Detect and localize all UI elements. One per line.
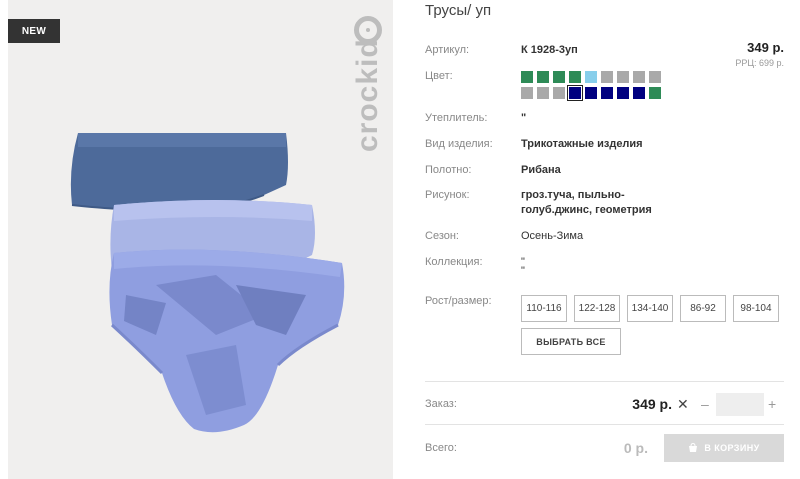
color-swatch[interactable]	[567, 85, 583, 101]
product-title: Трусы/ уп	[425, 2, 492, 19]
pattern-value-line1: гроз.туча, пыльно-	[521, 189, 625, 201]
pattern-label: Рисунок:	[425, 189, 470, 201]
product-type-value: Трикотажные изделия	[521, 138, 643, 150]
insulation-value: "	[521, 112, 527, 124]
briefs-illustration	[70, 133, 345, 433]
increase-quantity-button[interactable]: +	[768, 396, 776, 412]
product-type-label: Вид изделия:	[425, 138, 493, 150]
insulation-label: Утеплитель:	[425, 112, 488, 124]
recommended-retail-price: РРЦ: 699 р.	[735, 58, 784, 68]
color-swatch[interactable]	[585, 71, 597, 83]
brand-logo-text: crockid	[351, 38, 384, 152]
pattern-value-line2: голуб.джинс, геометрия	[521, 204, 652, 216]
color-swatch[interactable]	[553, 71, 565, 83]
color-swatch[interactable]	[521, 87, 533, 99]
decrease-quantity-button[interactable]: –	[701, 396, 709, 412]
size-option-134-140[interactable]: 134-140	[627, 295, 673, 322]
order-label: Заказ:	[425, 398, 457, 410]
divider	[425, 381, 784, 382]
fabric-value: Рибана	[521, 164, 561, 176]
season-value: Осень-Зима	[521, 230, 584, 242]
divider	[425, 424, 784, 425]
color-label: Цвет:	[425, 70, 453, 82]
total-label: Всего:	[425, 442, 457, 454]
add-to-cart-label: В КОРЗИНУ	[704, 443, 760, 453]
color-swatch[interactable]	[617, 87, 629, 99]
collection-value-line2: "	[521, 265, 525, 277]
color-swatch[interactable]	[553, 87, 565, 99]
size-options: 110-116 122-128 134-140 86-92 98-104	[521, 295, 779, 322]
color-swatch[interactable]	[521, 71, 533, 83]
season-label: Сезон:	[425, 230, 459, 242]
size-option-122-128[interactable]: 122-128	[574, 295, 620, 322]
color-swatch[interactable]	[537, 87, 549, 99]
color-swatch[interactable]	[601, 71, 613, 83]
fabric-label: Полотно:	[425, 164, 472, 176]
color-swatch[interactable]	[649, 87, 661, 99]
article-label: Артикул:	[425, 44, 470, 56]
color-swatch[interactable]	[649, 71, 661, 83]
product-price: 349 р.	[747, 40, 784, 55]
color-swatch[interactable]	[537, 71, 549, 83]
color-swatch[interactable]	[633, 87, 645, 99]
total-price: 0 р.	[623, 440, 648, 456]
product-image[interactable]: NEW crockid	[8, 0, 393, 479]
color-swatch[interactable]	[569, 71, 581, 83]
quantity-input[interactable]	[716, 393, 764, 416]
size-option-110-116[interactable]: 110-116	[521, 295, 567, 322]
cart-icon	[689, 443, 698, 452]
color-swatch[interactable]	[633, 71, 645, 83]
add-to-cart-button[interactable]: В КОРЗИНУ	[664, 434, 784, 462]
multiply-icon: ✕	[677, 396, 689, 412]
order-price: 349 р.	[632, 396, 672, 412]
size-option-98-104[interactable]: 98-104	[733, 295, 779, 322]
article-value: К 1928-3уп	[521, 44, 578, 56]
color-swatch[interactable]	[617, 71, 629, 83]
select-all-sizes-button[interactable]: ВЫБРАТЬ ВСЕ	[521, 328, 621, 355]
color-swatches	[521, 71, 671, 101]
new-badge: NEW	[8, 19, 60, 43]
size-label: Рост/размер:	[425, 295, 492, 307]
color-swatch[interactable]	[585, 87, 597, 99]
collection-label: Коллекция:	[425, 256, 483, 268]
color-swatch[interactable]	[601, 87, 613, 99]
size-option-86-92[interactable]: 86-92	[680, 295, 726, 322]
